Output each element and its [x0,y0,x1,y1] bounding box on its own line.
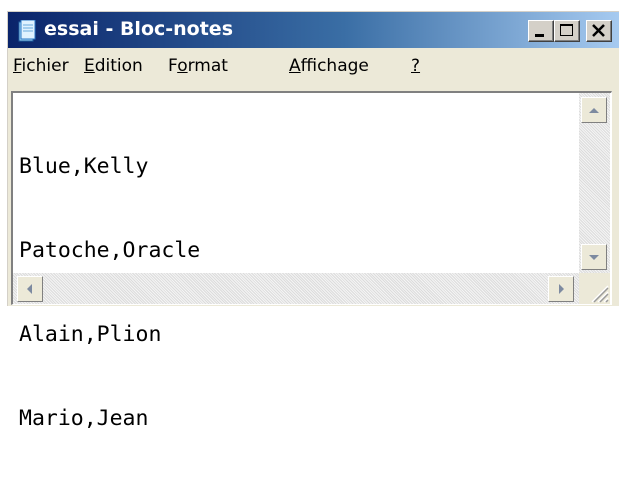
scroll-down-button[interactable] [581,244,607,270]
menu-help-access-key: ? [411,56,421,76]
text-line: Mario,Jean [19,406,149,431]
notepad-window: essai - Bloc-notes Fichier Edition Forma… [7,11,619,431]
menu-fichier-access-key: F [13,56,22,76]
menu-edition[interactable]: Edition [84,56,143,76]
resize-grip[interactable] [579,273,610,304]
menu-fichier-rest: ichier [21,56,69,76]
arrow-up-icon [589,108,599,113]
menu-format-access-key: o [177,56,188,76]
arrow-left-icon [27,284,32,294]
resize-grip-icon [591,285,609,303]
menu-affichage-rest: ffichage [300,56,369,76]
text-line: Alain,Plion [19,322,162,347]
text-line: Blue,Kelly [19,154,149,179]
scroll-right-button[interactable] [548,276,574,302]
menu-edition-rest: dition [94,56,143,76]
menu-bar: Fichier Edition Format Affichage ? [8,48,619,84]
close-button[interactable] [586,20,612,42]
close-icon [592,24,605,37]
menu-help[interactable]: ? [411,56,420,76]
menu-edition-access-key: E [84,56,95,76]
menu-fichier[interactable]: Fichier [13,56,69,76]
text-line: Patoche,Oracle [19,238,201,263]
text-editor[interactable]: Blue,Kelly Patoche,Oracle Alain,Plion Ma… [11,91,612,431]
editor-text-area[interactable]: Blue,Kelly Patoche,Oracle Alain,Plion Ma… [19,97,574,431]
window-title: essai - Bloc-notes [44,18,234,40]
vertical-scrollbar[interactable] [579,93,610,273]
minimize-button[interactable] [528,20,554,42]
scroll-left-button[interactable] [17,276,43,302]
menu-format-rest: rmat [187,56,228,76]
menu-affichage[interactable]: Affichage [289,56,369,76]
menu-format[interactable]: Format [168,56,228,76]
menu-affichage-access-key: A [289,56,301,76]
arrow-right-icon [559,284,564,294]
notepad-icon[interactable] [18,19,36,42]
title-bar[interactable]: essai - Bloc-notes [8,12,619,48]
minimize-icon [535,34,544,37]
maximize-icon [560,24,573,36]
maximize-button[interactable] [554,20,580,42]
horizontal-scrollbar[interactable] [13,273,579,304]
scroll-up-button[interactable] [581,97,607,123]
menu-format-prefix: F [168,56,178,76]
arrow-down-icon [589,255,599,260]
